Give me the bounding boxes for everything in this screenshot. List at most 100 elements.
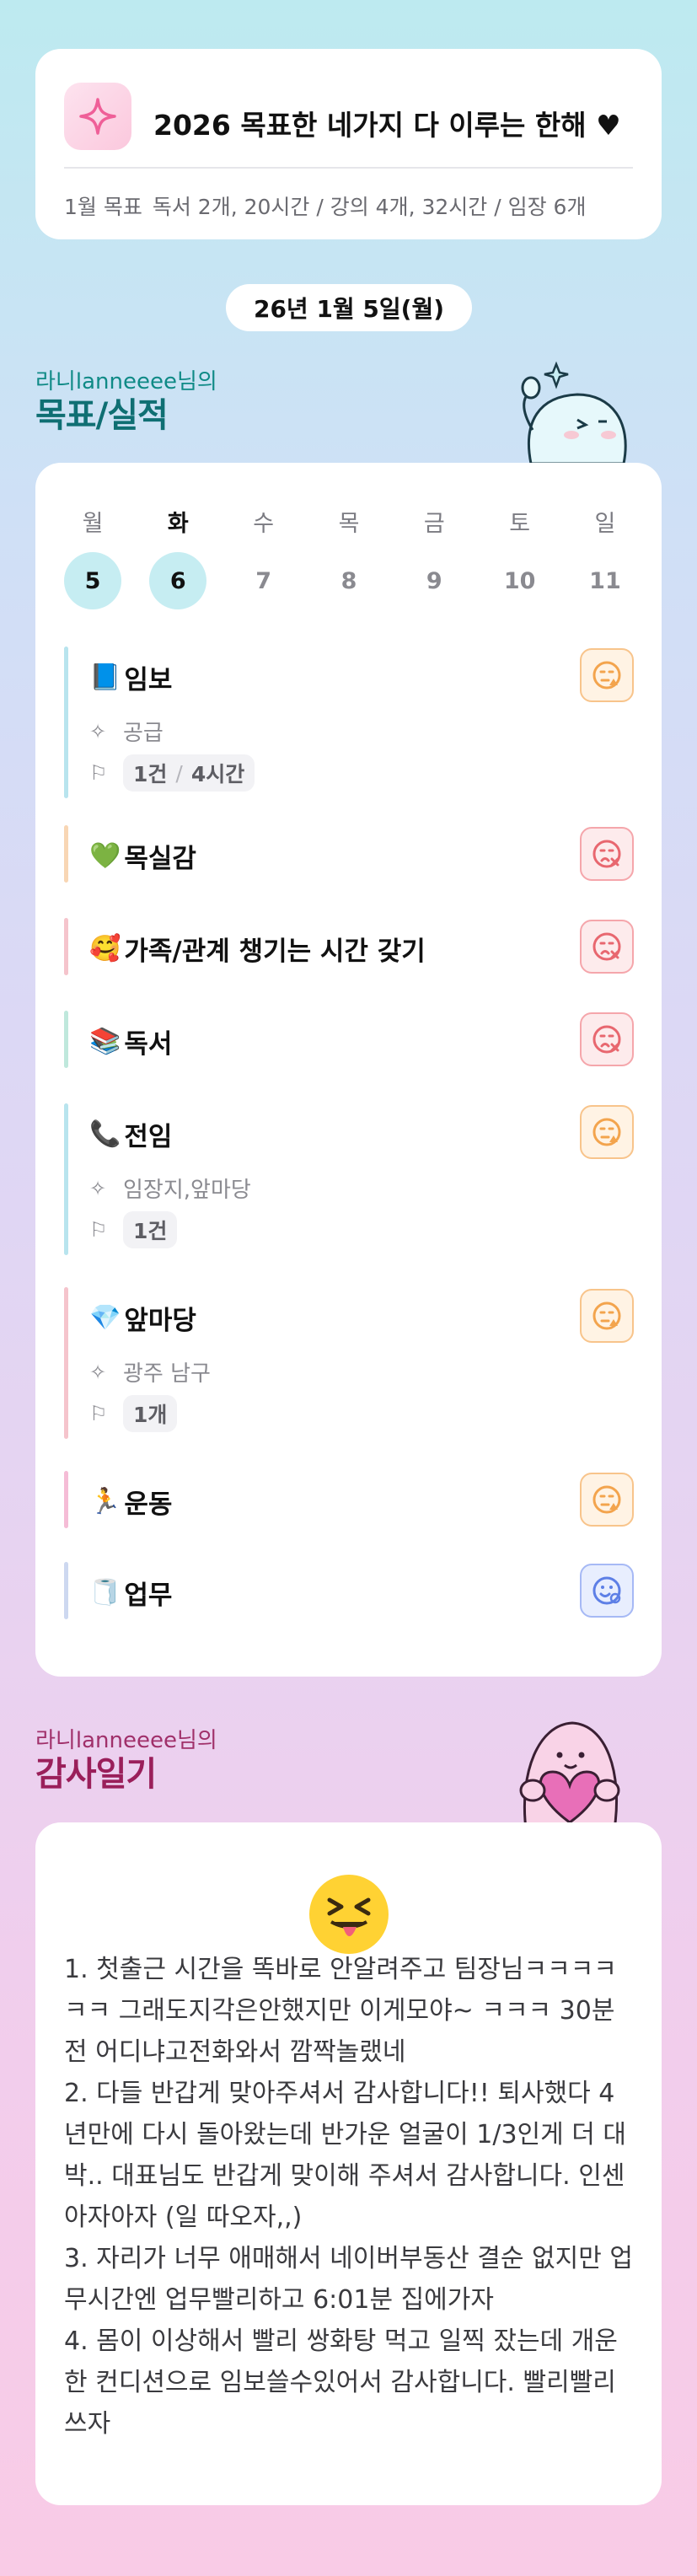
goal-label: 임보 [124,665,173,695]
running-icon: 🏃 [89,1487,121,1516]
bandage-icon: 🧻 [89,1578,121,1607]
day-name: 수 [253,511,275,537]
goal-label: 가족/관계 챙기는 시간 갖기 [124,936,426,967]
sparkle-icon: ✧ [89,1360,107,1384]
target-count: 1건 [133,1219,168,1243]
target-count: 1건 [133,762,168,786]
day-number: 6 [149,552,207,609]
day-name: 일 [594,511,616,537]
goal-label: 독서 [124,1029,173,1060]
target-chip: 1건 [123,1211,178,1248]
target-chip: 1건 / 4시간 [123,754,255,792]
status-sad-icon[interactable] [580,1012,634,1066]
day-thu[interactable]: 목 8 [320,505,378,609]
target-chip: 1개 [123,1395,178,1432]
goal-color-bar [64,1011,68,1068]
status-happy-icon[interactable] [580,1564,634,1618]
goal-target: ⚐ 1건 [89,1211,178,1248]
goal-color-bar [64,647,68,798]
goal-color-bar [64,1471,68,1528]
phone-icon: 📞 [89,1119,121,1149]
yearly-goal-card[interactable]: 2026 목표한 네가지 다 이루는 한해 ♥ 1월 목표 독서 2개, 20시간… [35,49,662,239]
goal-sub-text: 공급 [123,721,164,746]
goals-card: 월 5 화 6 수 7 목 8 금 9 토 10 일 11 📘 임보 ✧ 공급 … [35,463,662,1677]
goal-name: 🧻 업무 [89,1574,172,1612]
goal-label: 운동 [124,1489,173,1520]
goal-item-jeonim[interactable]: 📞 전임 ✧ 임장지,앞마당 ⚐ 1건 [64,1103,634,1255]
goal-name: 📘 임보 [89,658,172,696]
status-sad-icon[interactable] [580,920,634,974]
day-name: 목 [338,511,360,537]
day-sun[interactable]: 일 11 [576,505,634,609]
separator: / [175,760,183,786]
week-calendar: 월 5 화 6 수 7 목 8 금 9 토 10 일 11 [64,505,634,609]
target-hours: 4시간 [190,762,245,786]
monthly-goal-text: 독서 2개, 20시간 / 강의 4개, 32시간 / 임장 6개 [152,195,587,219]
gratitude-text: 1. 첫출근 시간을 똑바로 안알려주고 팀장님ㅋㅋㅋㅋㅋㅋ 그래도지각은안했지… [64,1955,633,2439]
goal-item-apmadang[interactable]: 💎 앞마당 ✧ 광주 남구 ⚐ 1개 [64,1287,634,1439]
mascot-pink-heart-illustration [519,1721,620,1831]
goal-target: ⚐ 1개 [89,1395,178,1432]
target-count: 1개 [133,1403,168,1427]
goals-section-title: 목표/실적 [35,396,169,435]
day-name: 월 [82,511,104,537]
smiling-hearts-icon: 🥰 [89,934,121,963]
current-date[interactable]: 26년 1월 5일(월) [226,284,472,331]
goal-color-bar [64,825,68,883]
goal-sub-text: 광주 남구 [123,1361,211,1387]
green-heart-icon: 💚 [89,841,121,871]
tongue-out-face-icon [309,1875,389,1954]
status-sad-icon[interactable] [580,827,634,881]
day-number: 11 [589,567,621,594]
goal-color-bar [64,1103,68,1255]
sparkle-icon [64,83,131,150]
goal-label: 목실감 [124,844,196,874]
mascot-teal-illustration [521,361,627,465]
goal-item-exercise[interactable]: 🏃 운동 [64,1471,634,1528]
gem-icon: 💎 [89,1303,121,1333]
goal-item-reading[interactable]: 📚 독서 [64,1011,634,1068]
sparkle-icon: ✧ [89,719,107,743]
day-name: 금 [423,511,445,537]
goal-sub-text: 임장지,앞마당 [123,1178,251,1203]
day-wed[interactable]: 수 7 [235,505,292,609]
goal-subtitle: ✧ 공급 [89,716,164,747]
goal-name: 💎 앞마당 [89,1299,196,1337]
goal-color-bar [64,1562,68,1619]
goal-label: 전임 [124,1122,173,1152]
flag-icon: ⚐ [89,1218,108,1242]
goal-subtitle: ✧ 광주 남구 [89,1356,211,1387]
flag-icon: ⚐ [89,761,108,785]
goal-subtitle: ✧ 임장지,앞마당 [89,1173,251,1204]
gratitude-card: 1. 첫출근 시간을 똑바로 안알려주고 팀장님ㅋㅋㅋㅋㅋㅋ 그래도지각은안했지… [35,1822,662,2505]
status-neutral-icon[interactable] [580,648,634,702]
monthly-goal-summary: 1월 목표 독서 2개, 20시간 / 강의 4개, 32시간 / 임장 6개 [64,191,634,221]
book-icon: 📘 [89,663,121,692]
goal-label: 업무 [124,1580,173,1611]
goal-name: 📚 독서 [89,1022,172,1060]
day-mon[interactable]: 월 5 [64,505,121,609]
goal-color-bar [64,1287,68,1439]
goal-label: 앞마당 [124,1306,196,1336]
thanks-section-title: 감사일기 [35,1755,157,1794]
day-sat[interactable]: 토 10 [491,505,549,609]
goal-item-work[interactable]: 🧻 업무 [64,1562,634,1619]
goal-name: 🥰 가족/관계 챙기는 시간 갖기 [89,930,426,968]
divider [64,167,633,169]
goal-name: 🏃 운동 [89,1483,172,1521]
status-neutral-icon[interactable] [580,1473,634,1527]
day-name: 화 [167,511,189,537]
goal-item-imbo[interactable]: 📘 임보 ✧ 공급 ⚐ 1건 / 4시간 [64,647,634,798]
sparkle-icon: ✧ [89,1176,107,1200]
status-neutral-icon[interactable] [580,1105,634,1159]
yearly-goal-title: 2026 목표한 네가지 다 이루는 한해 ♥ [153,109,621,142]
day-fri[interactable]: 금 9 [405,505,463,609]
flag-icon: ⚐ [89,1402,108,1425]
status-neutral-icon[interactable] [580,1289,634,1343]
day-tue[interactable]: 화 6 [149,505,207,609]
monthly-goal-label: 1월 목표 [64,195,142,219]
books-icon: 📚 [89,1027,121,1056]
goal-color-bar [64,918,68,975]
goal-item-family[interactable]: 🥰 가족/관계 챙기는 시간 갖기 [64,918,634,975]
goal-item-moksilgam[interactable]: 💚 목실감 [64,825,634,883]
